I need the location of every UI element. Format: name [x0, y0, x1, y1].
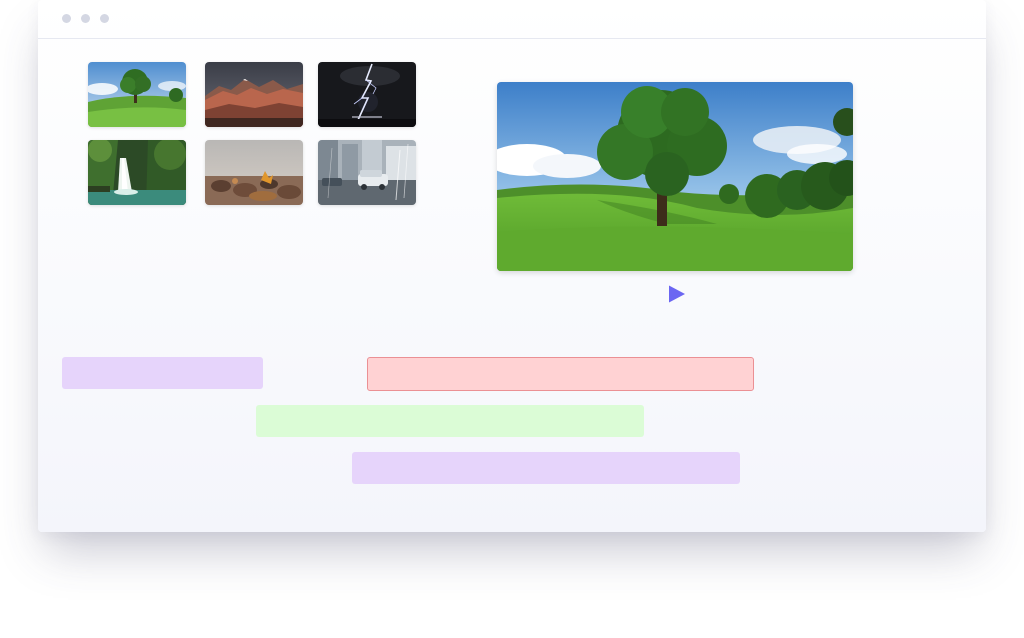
- window-dot[interactable]: [62, 14, 71, 23]
- waterfall-image: [88, 140, 186, 205]
- rocky-shore-image: [205, 140, 303, 205]
- title-bar: [38, 0, 986, 39]
- thumbnail-rocky-shore[interactable]: [205, 140, 303, 205]
- tree-meadow-image: [88, 62, 186, 127]
- play-button[interactable]: [664, 282, 688, 306]
- app-stage: [0, 0, 1024, 638]
- tree-meadow-preview-image: [497, 82, 853, 271]
- thumbnail-rainy-street[interactable]: [318, 140, 416, 205]
- play-icon: [669, 285, 685, 303]
- timeline-clip-audio[interactable]: [256, 405, 644, 437]
- video-preview[interactable]: [497, 82, 853, 271]
- thumbnail-lightning[interactable]: [318, 62, 416, 127]
- lightning-image: [318, 62, 416, 127]
- rainy-street-image: [318, 140, 416, 205]
- mountains-image: [205, 62, 303, 127]
- timeline-clip-video-1[interactable]: [62, 357, 263, 389]
- thumbnail-waterfall[interactable]: [88, 140, 186, 205]
- window-dot[interactable]: [81, 14, 90, 23]
- timeline-clip-selected[interactable]: [367, 357, 754, 391]
- window-dot[interactable]: [100, 14, 109, 23]
- timeline-clip-video-2[interactable]: [352, 452, 740, 484]
- thumbnail-tree-meadow[interactable]: [88, 62, 186, 127]
- thumbnail-mountains[interactable]: [205, 62, 303, 127]
- editor-window: [38, 0, 986, 532]
